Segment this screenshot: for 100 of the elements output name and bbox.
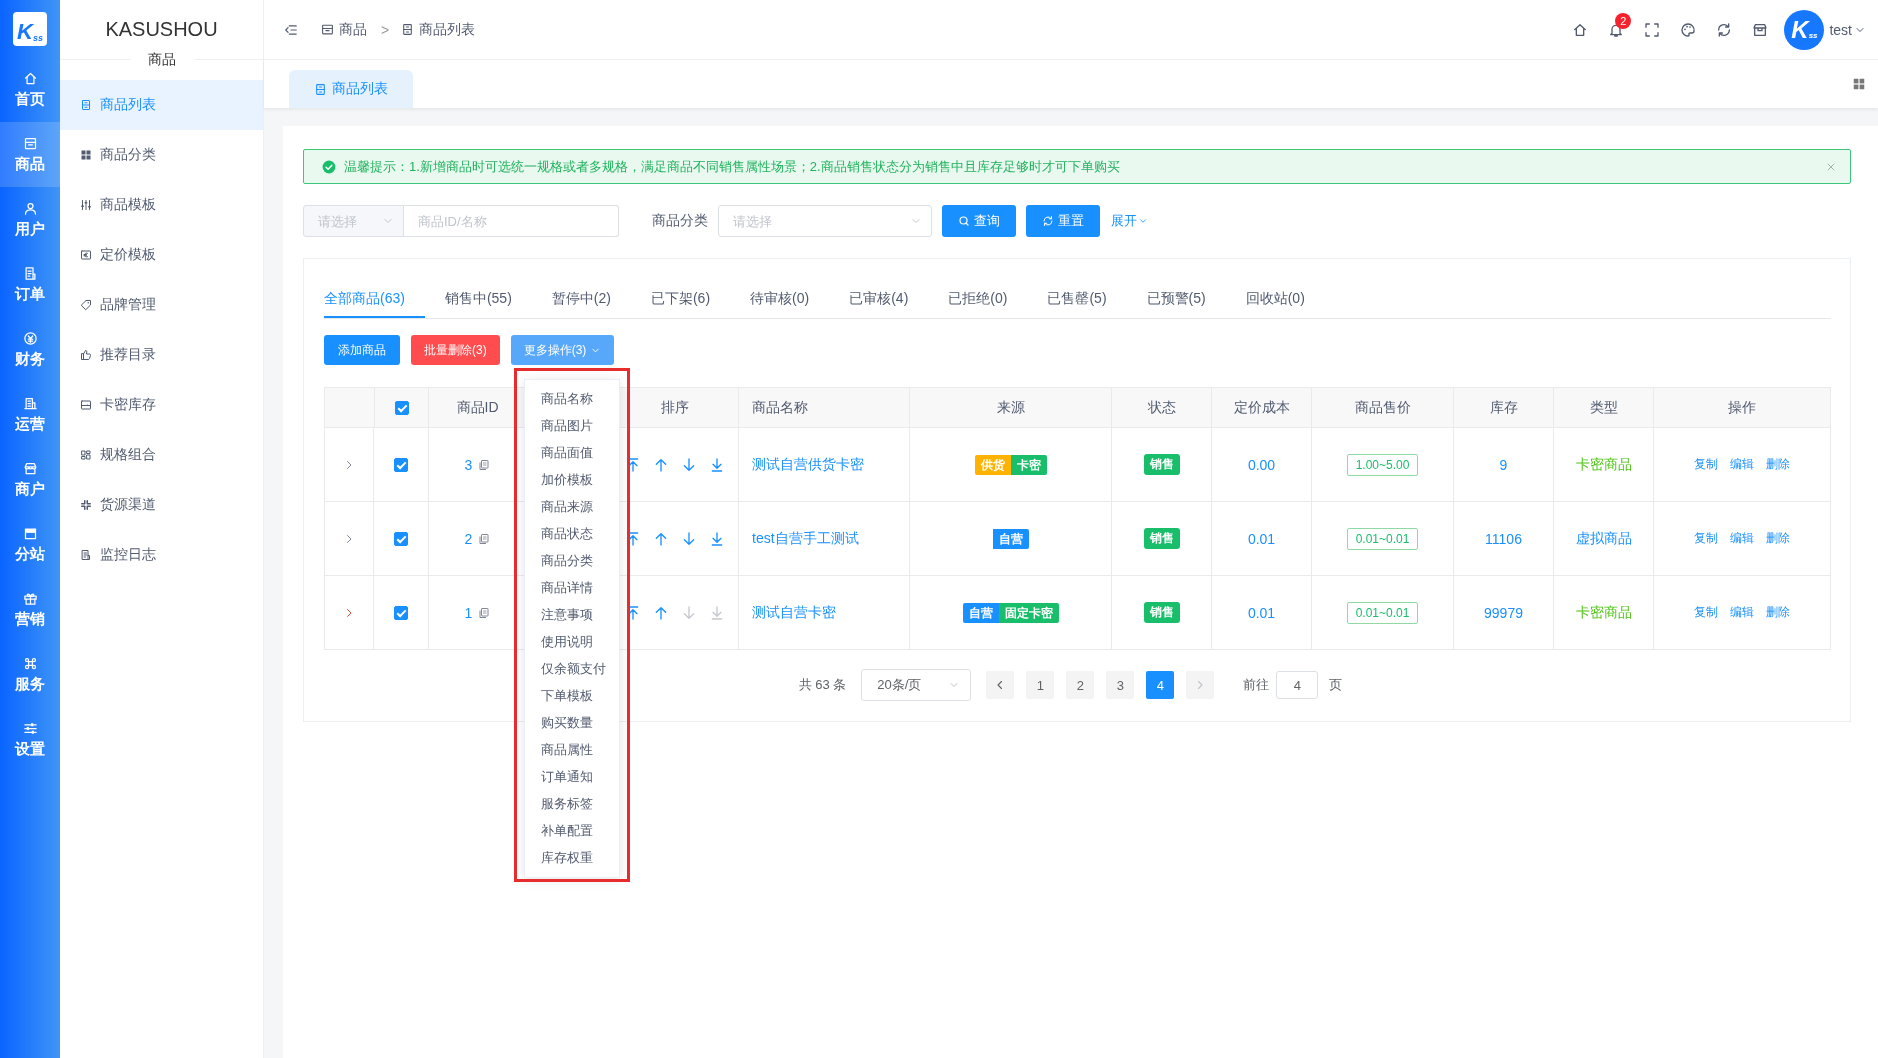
column-header: 来源: [996, 398, 1025, 417]
menu-item[interactable]: 注意事项: [524, 601, 619, 628]
sidebar-item[interactable]: 规格组合: [60, 430, 263, 480]
user-menu[interactable]: test: [1829, 21, 1866, 38]
menu-item[interactable]: 补单配置: [524, 817, 619, 844]
page-number-button[interactable]: 3: [1106, 671, 1135, 699]
rail-nav-item[interactable]: 运营: [0, 382, 60, 447]
sidebar-item[interactable]: 货源渠道: [60, 480, 263, 530]
menu-item[interactable]: 商品分类: [524, 547, 619, 574]
row-checkbox[interactable]: [394, 605, 408, 620]
menu-item[interactable]: 商品面值: [524, 439, 619, 466]
status-tab[interactable]: 销售中(55): [424, 278, 532, 318]
product-name-link[interactable]: 测试自营供货卡密: [752, 455, 864, 474]
copy-icon[interactable]: [478, 606, 491, 619]
menu-item[interactable]: 订单通知: [524, 763, 619, 790]
menu-item[interactable]: 商品状态: [524, 520, 619, 547]
fullscreen-icon[interactable]: [1644, 21, 1661, 38]
page-number-button[interactable]: 2: [1066, 671, 1095, 699]
column-header: 类型: [1589, 398, 1618, 417]
avatar[interactable]: Kss: [1784, 9, 1825, 50]
status-tab[interactable]: 全部商品(63): [324, 278, 425, 318]
copy-icon[interactable]: [478, 532, 491, 545]
logo[interactable]: Kss: [13, 12, 47, 46]
menu-item[interactable]: 服务标签: [524, 790, 619, 817]
expand-link[interactable]: 展开: [1111, 212, 1148, 230]
menu-item[interactable]: 仅余额支付: [524, 655, 619, 682]
status-tab[interactable]: 已拒绝(0): [928, 278, 1028, 318]
sidebar-item[interactable]: 卡密库存: [60, 380, 263, 430]
rail-nav-item[interactable]: 商户: [0, 447, 60, 512]
row-action-link[interactable]: 复制: [1694, 604, 1718, 621]
rail-nav-item[interactable]: 订单: [0, 252, 60, 317]
archive-box-icon: [22, 135, 38, 151]
tag-icon: [80, 299, 92, 311]
source-tag: 自营: [992, 528, 1029, 549]
row-action-link[interactable]: 编辑: [1730, 456, 1754, 473]
row-action-link[interactable]: 删除: [1766, 530, 1790, 547]
product-id: 1: [464, 604, 473, 621]
menu-item[interactable]: 商品名称: [524, 385, 619, 412]
page-size-select[interactable]: 20条/页: [861, 669, 972, 701]
row-action-link[interactable]: 编辑: [1730, 530, 1754, 547]
previous-page-button[interactable]: [986, 671, 1015, 699]
page-jump-input[interactable]: 4: [1276, 671, 1319, 699]
menu-item[interactable]: 使用说明: [524, 628, 619, 655]
copy-icon[interactable]: [478, 458, 491, 471]
palette-icon[interactable]: [1680, 21, 1697, 38]
search-field[interactable]: 商品ID/名称: [404, 205, 619, 237]
check-circle-icon: [322, 159, 336, 174]
sidebar-item[interactable]: 定价模板: [60, 230, 263, 280]
rail-nav-item[interactable]: 首页: [0, 57, 60, 122]
breadcrumb-link[interactable]: 商品列表: [401, 20, 476, 39]
sliders-icon: [80, 199, 92, 211]
list-icon: [401, 23, 415, 36]
breadcrumb-link[interactable]: 商品: [321, 20, 367, 39]
refresh-icon[interactable]: [1716, 21, 1733, 38]
menu-item[interactable]: 商品来源: [524, 493, 619, 520]
grid-icon[interactable]: [1852, 77, 1866, 91]
row-action-link[interactable]: 复制: [1694, 530, 1718, 547]
status-tab[interactable]: 待审核(0): [730, 278, 830, 318]
row-action-link[interactable]: 复制: [1694, 456, 1718, 473]
row-action-link[interactable]: 删除: [1766, 456, 1790, 473]
category-select[interactable]: 请选择: [718, 205, 932, 237]
rail-nav-item[interactable]: 用户: [0, 187, 60, 252]
close-icon[interactable]: [1826, 161, 1836, 172]
home-icon[interactable]: [1572, 21, 1589, 38]
sidebar-item[interactable]: 监控日志: [60, 530, 263, 580]
shop-icon[interactable]: [1752, 21, 1769, 38]
status-tab[interactable]: 暂停中(2): [531, 278, 631, 318]
menu-item[interactable]: 商品详情: [524, 574, 619, 601]
menu-item[interactable]: 库存权重: [524, 844, 619, 871]
sidebar-item[interactable]: 商品分类: [60, 130, 263, 180]
rail-nav-item[interactable]: 服务: [0, 642, 60, 707]
sidebar-item[interactable]: 推荐目录: [60, 330, 263, 380]
collapse-menu-icon[interactable]: [284, 22, 298, 37]
stock-value: 99979: [1484, 604, 1523, 621]
menu-item[interactable]: 商品图片: [524, 412, 619, 439]
menu-item[interactable]: 购买数量: [524, 709, 619, 736]
menu-item[interactable]: 商品属性: [524, 736, 619, 763]
product-name-link[interactable]: test自营手工测试: [752, 529, 859, 548]
status-tab[interactable]: 已预警(5): [1126, 278, 1226, 318]
menu-item[interactable]: 下单模板: [524, 682, 619, 709]
menu-item[interactable]: 加价模板: [524, 466, 619, 493]
row-checkbox[interactable]: [394, 531, 408, 546]
rail-nav-item[interactable]: 分站: [0, 512, 60, 577]
row-checkbox[interactable]: [394, 457, 408, 472]
rail-nav-item[interactable]: 设置: [0, 707, 60, 772]
rail-nav-item[interactable]: 财务: [0, 317, 60, 382]
row-action-link[interactable]: 编辑: [1730, 604, 1754, 621]
rail-nav-item[interactable]: 营销: [0, 577, 60, 642]
status-tab[interactable]: 已下架(6): [630, 278, 731, 318]
status-tab[interactable]: 回收站(0): [1225, 278, 1325, 318]
page-number-button[interactable]: 1: [1026, 671, 1055, 699]
select-all-checkbox[interactable]: [394, 400, 409, 415]
refresh-icon: [1042, 215, 1054, 227]
sidebar-item[interactable]: 品牌管理: [60, 280, 263, 330]
status-tab[interactable]: 已售罄(5): [1027, 278, 1127, 318]
product-id: 3: [464, 456, 473, 473]
row-action-link[interactable]: 删除: [1766, 604, 1790, 621]
sidebar-item[interactable]: 商品模板: [60, 180, 263, 230]
product-name-link[interactable]: 测试自营卡密: [752, 603, 836, 622]
status-tab[interactable]: 已审核(4): [829, 278, 929, 318]
